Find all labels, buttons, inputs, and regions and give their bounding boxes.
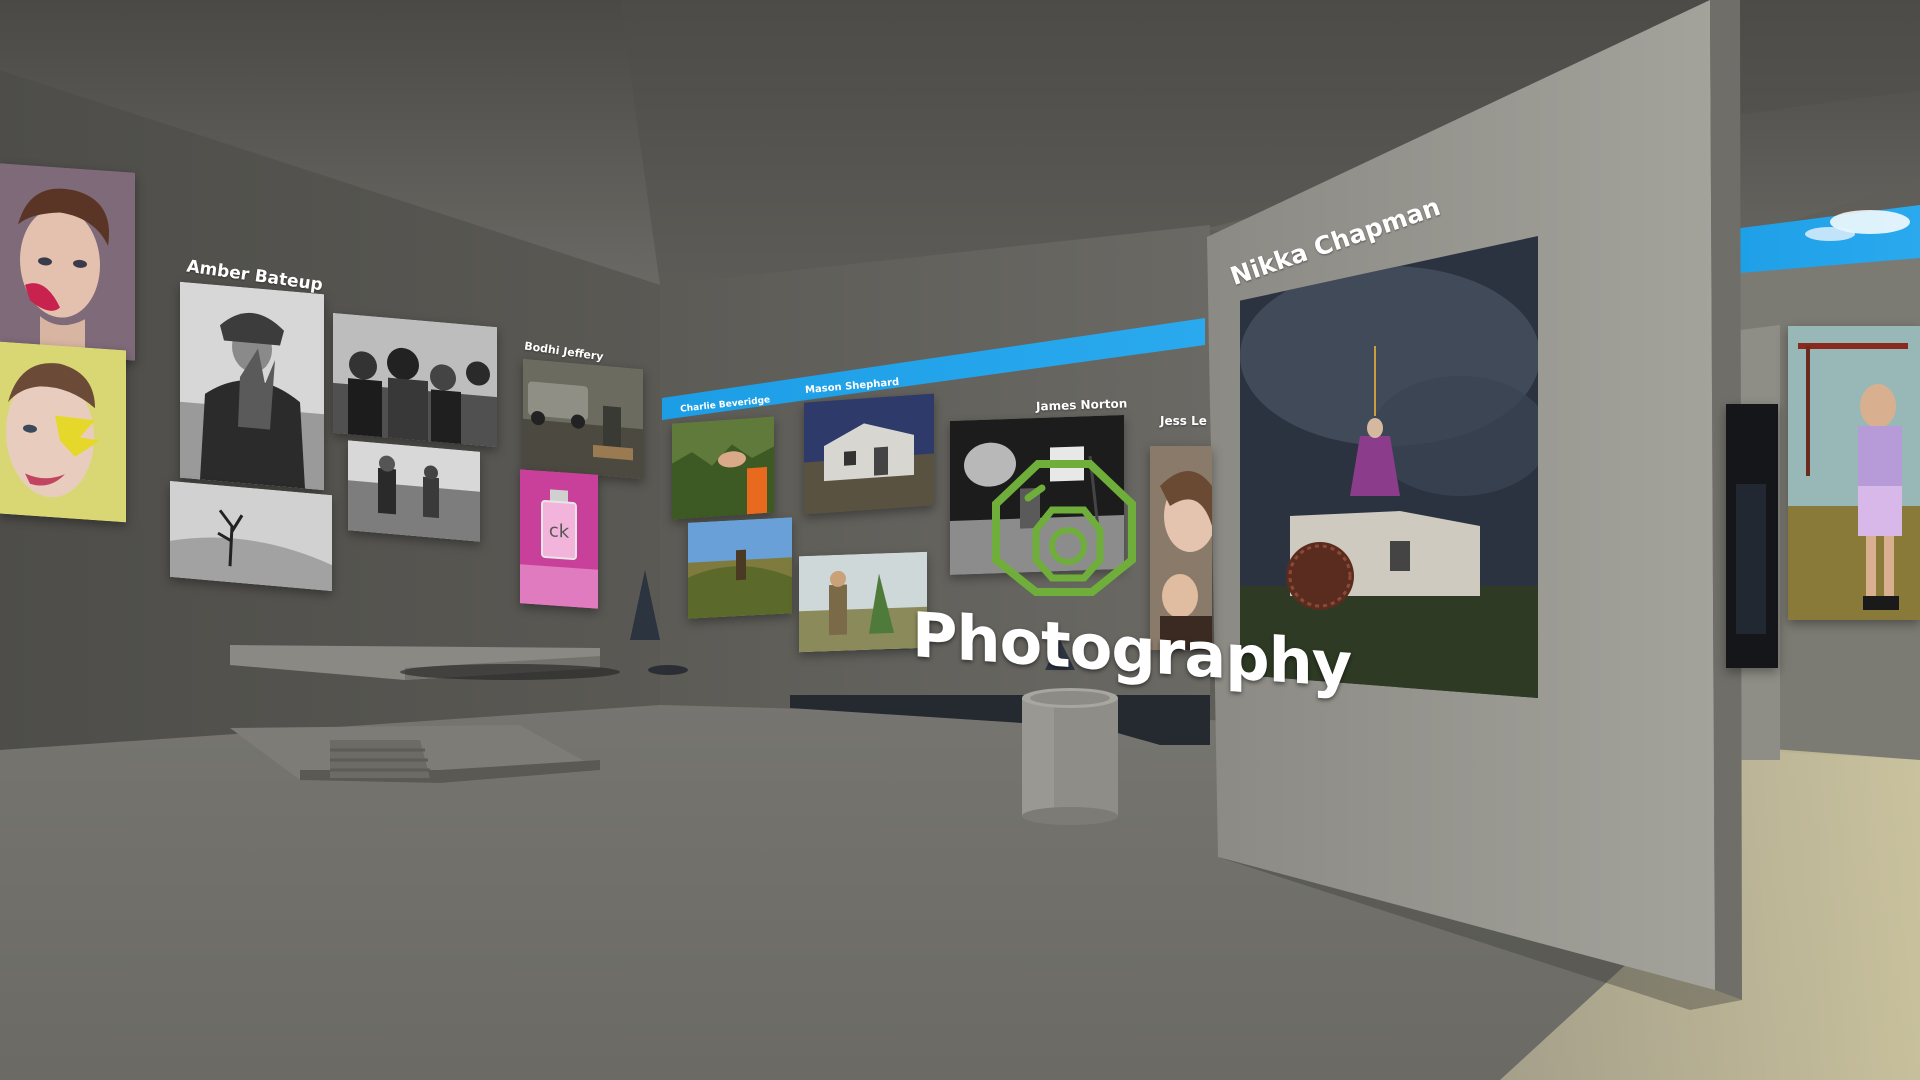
artwork-abandoned-house[interactable]	[804, 393, 934, 515]
camera-icon[interactable]	[992, 460, 1136, 596]
artwork-field-workers-bw[interactable]	[348, 440, 480, 542]
artwork-car-campsite[interactable]	[523, 358, 643, 480]
pedestal	[1022, 688, 1118, 825]
artwork-girl-purple-outfit[interactable]	[1788, 326, 1920, 620]
ck-label: ck	[549, 520, 570, 542]
artist-label-jess-le: Jess Le	[1160, 414, 1207, 428]
artwork-farmer-tree[interactable]	[799, 551, 927, 653]
artwork-portrait-red-paint[interactable]	[0, 163, 135, 361]
artwork-portrait-yellow-paint[interactable]	[0, 341, 126, 523]
artwork-crowd-bw[interactable]	[333, 312, 497, 448]
artwork-dark-doorway[interactable]	[1726, 404, 1778, 668]
artwork-dead-tree-bw[interactable]	[170, 480, 332, 592]
artwork-ck-perfume[interactable]: ck	[520, 469, 598, 609]
artwork-hands-in-grass[interactable]	[672, 416, 774, 520]
artwork-worker-hillside[interactable]	[688, 517, 792, 619]
artwork-man-with-plants[interactable]	[180, 281, 324, 491]
